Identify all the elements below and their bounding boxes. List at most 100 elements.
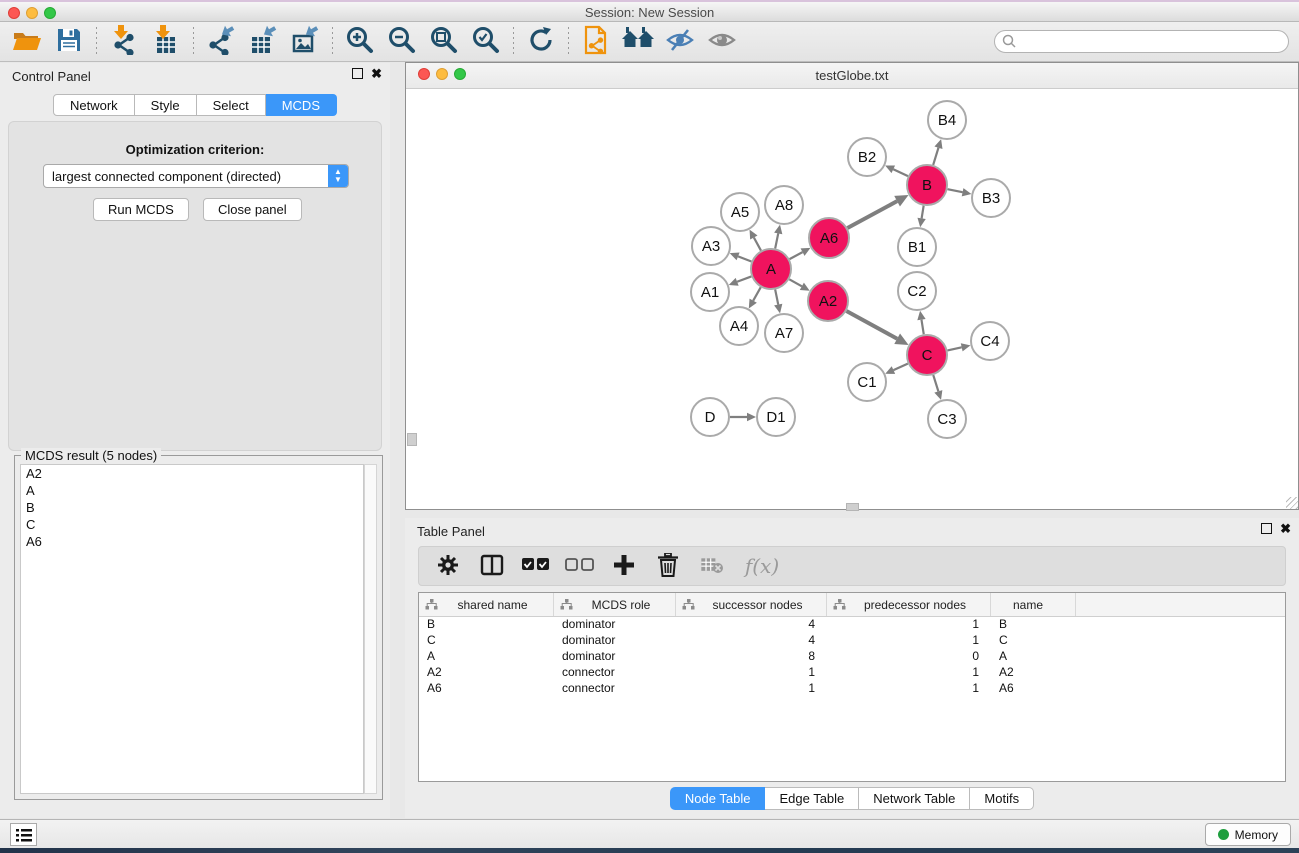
tab-motifs[interactable]: Motifs xyxy=(970,787,1034,810)
tab-node-table[interactable]: Node Table xyxy=(670,787,766,810)
close-table-panel-icon[interactable]: ✖ xyxy=(1280,523,1291,534)
table-row[interactable]: A2connector11A2 xyxy=(419,665,1285,681)
export-table-button[interactable] xyxy=(242,25,284,59)
hide-details-button[interactable] xyxy=(659,25,701,59)
table-row[interactable]: Cdominator41C xyxy=(419,633,1285,649)
window-resize-grip[interactable] xyxy=(1286,497,1298,509)
column-header-shared-name[interactable]: shared name xyxy=(419,593,554,616)
memory-button[interactable]: Memory xyxy=(1205,823,1291,846)
zoom-selected-button[interactable] xyxy=(465,25,507,59)
table-cell[interactable]: C xyxy=(991,633,1076,649)
table-cell[interactable]: A2 xyxy=(991,665,1076,681)
result-item[interactable]: B xyxy=(21,499,363,516)
export-image-button[interactable] xyxy=(284,25,326,59)
table-cell[interactable]: 1 xyxy=(676,665,827,681)
graph-node-B[interactable]: B xyxy=(907,165,947,205)
run-mcds-button[interactable]: Run MCDS xyxy=(93,198,189,221)
result-item[interactable]: A xyxy=(21,482,363,499)
graph-node-A2[interactable]: A2 xyxy=(808,281,848,321)
table-cell[interactable]: 0 xyxy=(827,649,991,665)
float-panel-icon[interactable] xyxy=(352,68,363,79)
table-cell[interactable]: 1 xyxy=(827,617,991,633)
column-header-name[interactable]: name xyxy=(991,593,1076,616)
tab-edge-table[interactable]: Edge Table xyxy=(765,787,859,810)
graph-node-C3[interactable]: C3 xyxy=(928,400,966,438)
graph-node-B3[interactable]: B3 xyxy=(972,179,1010,217)
graph-node-B1[interactable]: B1 xyxy=(898,228,936,266)
split-panel-button[interactable] xyxy=(477,551,507,581)
graph-node-C2[interactable]: C2 xyxy=(898,272,936,310)
table-cell[interactable]: A6 xyxy=(419,681,554,697)
graph-node-D[interactable]: D xyxy=(691,398,729,436)
table-cell[interactable]: 1 xyxy=(827,681,991,697)
tab-network-table[interactable]: Network Table xyxy=(859,787,970,810)
column-header-MCDS-role[interactable]: MCDS role xyxy=(554,593,676,616)
home-button[interactable] xyxy=(617,25,659,59)
table-cell[interactable]: 1 xyxy=(827,665,991,681)
zoom-out-button[interactable] xyxy=(381,25,423,59)
graph-node-D1[interactable]: D1 xyxy=(757,398,795,436)
graph-node-A1[interactable]: A1 xyxy=(691,273,729,311)
table-cell[interactable]: dominator xyxy=(554,633,676,649)
show-graphics-button[interactable] xyxy=(701,25,743,59)
network-overview-button[interactable] xyxy=(575,25,617,59)
refresh-button[interactable] xyxy=(520,25,562,59)
vertical-scroll-indicator[interactable] xyxy=(407,433,417,446)
table-row[interactable]: Adominator80A xyxy=(419,649,1285,665)
column-header-successor-nodes[interactable]: successor nodes xyxy=(676,593,827,616)
column-header-predecessor-nodes[interactable]: predecessor nodes xyxy=(827,593,991,616)
close-panel-icon[interactable]: ✖ xyxy=(371,68,382,79)
graph-node-C1[interactable]: C1 xyxy=(848,363,886,401)
graph-node-A4[interactable]: A4 xyxy=(720,307,758,345)
zoom-in-button[interactable] xyxy=(339,25,381,59)
table-cell[interactable]: dominator xyxy=(554,649,676,665)
table-cell[interactable]: 4 xyxy=(676,633,827,649)
export-network-button[interactable] xyxy=(200,25,242,59)
graph-node-A5[interactable]: A5 xyxy=(721,193,759,231)
tab-mcds[interactable]: MCDS xyxy=(266,94,337,116)
table-cell[interactable]: B xyxy=(991,617,1076,633)
import-network-button[interactable] xyxy=(103,25,145,59)
close-panel-button[interactable]: Close panel xyxy=(203,198,302,221)
result-item[interactable]: A6 xyxy=(21,533,363,550)
graph-node-A3[interactable]: A3 xyxy=(692,227,730,265)
deselect-all-button[interactable] xyxy=(565,551,595,581)
table-cell[interactable]: A xyxy=(991,649,1076,665)
table-cell[interactable]: 1 xyxy=(827,633,991,649)
tab-select[interactable]: Select xyxy=(197,94,266,116)
save-session-button[interactable] xyxy=(48,25,90,59)
network-window-titlebar[interactable]: testGlobe.txt xyxy=(406,63,1298,89)
graph-node-A[interactable]: A xyxy=(751,249,791,289)
zoom-fit-button[interactable] xyxy=(423,25,465,59)
table-cell[interactable]: 1 xyxy=(676,681,827,697)
delete-column-button[interactable] xyxy=(653,551,683,581)
criterion-dropdown[interactable]: largest connected component (directed) ▲… xyxy=(43,164,349,188)
table-cell[interactable]: connector xyxy=(554,665,676,681)
table-cell[interactable]: A xyxy=(419,649,554,665)
import-table-button[interactable] xyxy=(145,25,187,59)
search-input[interactable] xyxy=(994,30,1289,53)
table-cell[interactable]: 4 xyxy=(676,617,827,633)
select-all-button[interactable] xyxy=(521,551,551,581)
graph-node-B4[interactable]: B4 xyxy=(928,101,966,139)
table-cell[interactable]: dominator xyxy=(554,617,676,633)
result-item[interactable]: A2 xyxy=(21,465,363,482)
tab-style[interactable]: Style xyxy=(135,94,197,116)
add-column-button[interactable] xyxy=(609,551,639,581)
graph-node-C[interactable]: C xyxy=(907,335,947,375)
network-graph-canvas[interactable]: B4 B2 B B3 A5 A8 A6 A3 B1 A A1 C2 A2 A4 … xyxy=(406,89,1298,509)
tab-network[interactable]: Network xyxy=(53,94,135,116)
table-cell[interactable]: connector xyxy=(554,681,676,697)
graph-node-A6[interactable]: A6 xyxy=(809,218,849,258)
float-table-panel-icon[interactable] xyxy=(1261,523,1272,534)
result-list-scrollbar[interactable] xyxy=(364,464,377,794)
table-cell[interactable]: A2 xyxy=(419,665,554,681)
result-item[interactable]: C xyxy=(21,516,363,533)
graph-node-C4[interactable]: C4 xyxy=(971,322,1009,360)
table-cell[interactable]: 8 xyxy=(676,649,827,665)
task-history-button[interactable] xyxy=(10,823,37,846)
graph-node-B2[interactable]: B2 xyxy=(848,138,886,176)
table-row[interactable]: Bdominator41B xyxy=(419,617,1285,633)
table-row[interactable]: A6connector11A6 xyxy=(419,681,1285,697)
graph-node-A8[interactable]: A8 xyxy=(765,186,803,224)
